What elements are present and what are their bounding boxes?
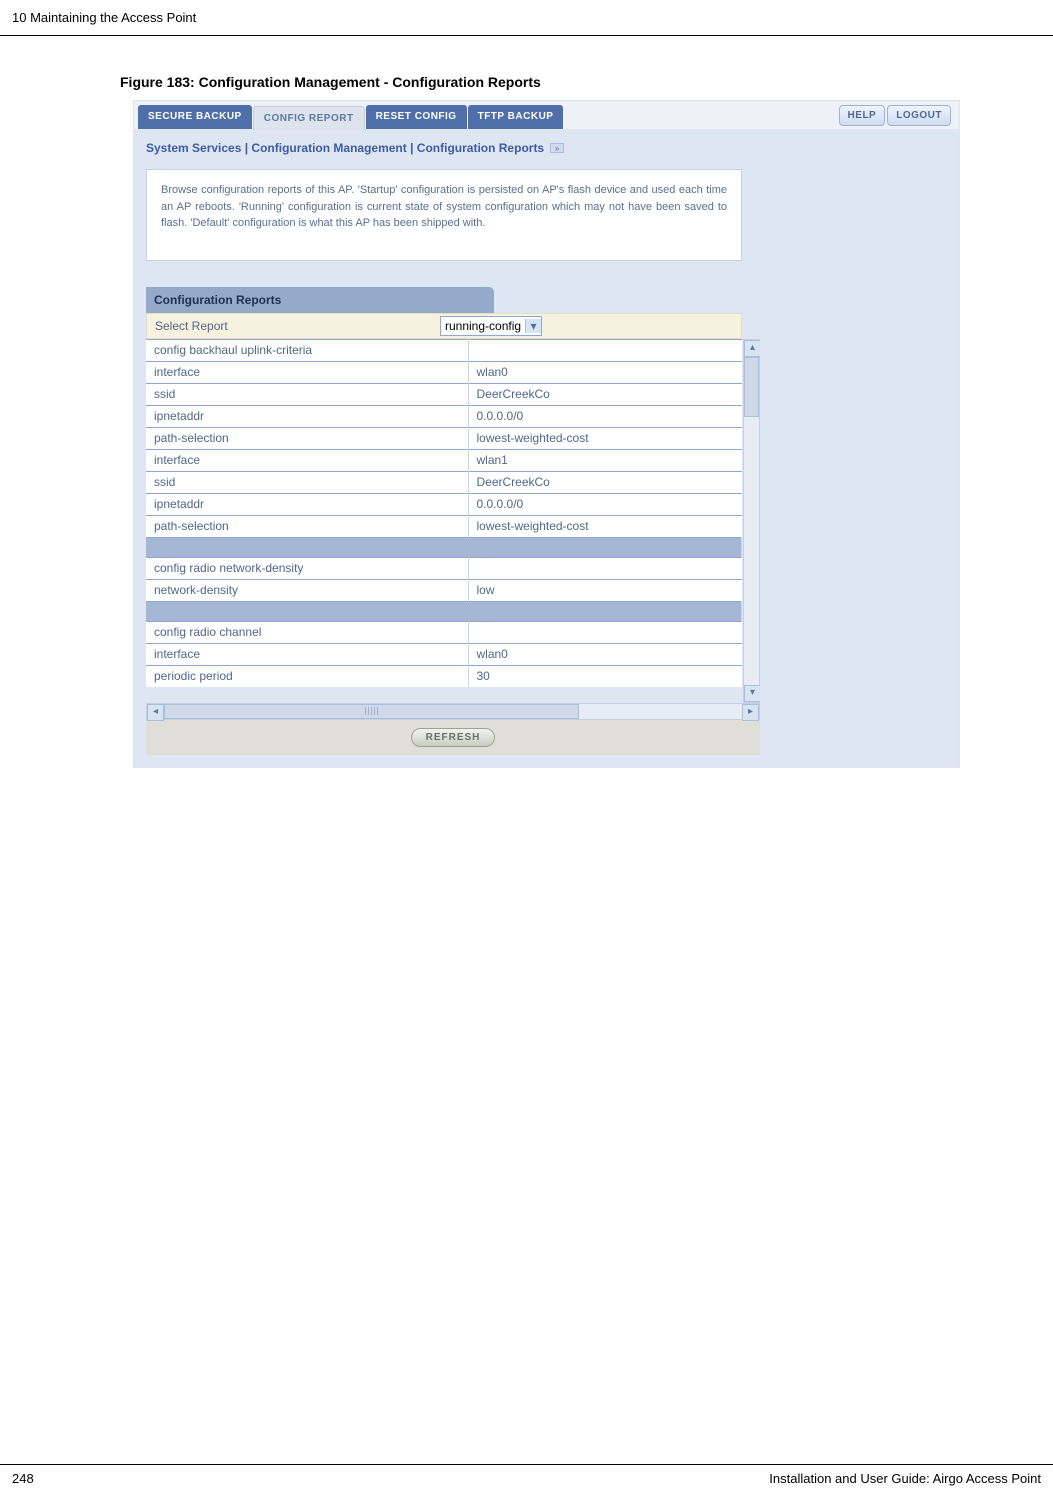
scroll-thumb[interactable]	[744, 357, 759, 417]
param-name: config backhaul uplink-criteria	[146, 339, 468, 361]
chevron-down-icon: ▾	[525, 319, 541, 333]
table-row: periodic period30	[146, 665, 742, 687]
horizontal-scrollbar[interactable]: ◂ ▸	[146, 703, 760, 720]
param-value: wlan0	[468, 643, 742, 665]
scroll-up-icon[interactable]: ▴	[744, 340, 760, 357]
select-report-row: Select Report running-config ▾	[146, 313, 742, 339]
param-name: path-selection	[146, 427, 468, 449]
table-row: ipnetaddr0.0.0.0/0	[146, 405, 742, 427]
hscroll-thumb[interactable]	[164, 704, 579, 719]
section-title: Configuration Reports	[146, 287, 494, 313]
page-footer: 248 Installation and User Guide: Airgo A…	[0, 1464, 1053, 1492]
table-row: network-densitylow	[146, 579, 742, 601]
refresh-row: REFRESH	[146, 720, 760, 755]
vertical-scrollbar[interactable]: ▴ ▾	[743, 339, 760, 703]
param-name: ssid	[146, 383, 468, 405]
tab-config-report[interactable]: CONFIG REPORT	[253, 106, 365, 130]
scroll-down-icon[interactable]: ▾	[744, 685, 760, 702]
description-panel: Browse configuration reports of this AP.…	[146, 169, 742, 261]
separator-bar	[146, 601, 742, 621]
page-header: 10 Maintaining the Access Point	[0, 0, 1053, 36]
select-report-label: Select Report	[147, 319, 440, 333]
top-actions: HELP LOGOUT	[839, 105, 951, 126]
table-row: config backhaul uplink-criteria	[146, 339, 742, 361]
param-value: 30	[468, 665, 742, 687]
table-row: ssidDeerCreekCo	[146, 383, 742, 405]
table-row: interfacewlan0	[146, 643, 742, 665]
footer-title: Installation and User Guide: Airgo Acces…	[769, 1471, 1041, 1486]
figure-caption: Figure 183: Configuration Management - C…	[120, 74, 1053, 90]
param-name: ipnetaddr	[146, 493, 468, 515]
breadcrumb-expand-icon[interactable]: »	[550, 143, 564, 153]
app-window: SECURE BACKUPCONFIG REPORTRESET CONFIGTF…	[133, 100, 960, 768]
select-report-value: running-config	[441, 317, 525, 335]
param-name: ipnetaddr	[146, 405, 468, 427]
tab-secure-backup[interactable]: SECURE BACKUP	[138, 105, 252, 129]
scroll-right-icon[interactable]: ▸	[742, 704, 759, 721]
tab-list: SECURE BACKUPCONFIG REPORTRESET CONFIGTF…	[138, 105, 563, 129]
logout-button[interactable]: LOGOUT	[887, 105, 951, 126]
select-report-dropdown[interactable]: running-config ▾	[440, 316, 542, 336]
param-name: periodic period	[146, 665, 468, 687]
param-name: interface	[146, 643, 468, 665]
param-value: DeerCreekCo	[468, 383, 742, 405]
param-name: interface	[146, 361, 468, 383]
param-value: DeerCreekCo	[468, 471, 742, 493]
table-row: ssidDeerCreekCo	[146, 471, 742, 493]
param-value: wlan1	[468, 449, 742, 471]
param-name: config radio network-density	[146, 557, 468, 579]
param-value: low	[468, 579, 742, 601]
param-value: 0.0.0.0/0	[468, 405, 742, 427]
param-value	[468, 339, 742, 361]
param-name: ssid	[146, 471, 468, 493]
scroll-left-icon[interactable]: ◂	[147, 704, 164, 721]
param-value: wlan0	[468, 361, 742, 383]
param-value: lowest-weighted-cost	[468, 515, 742, 537]
table-row: interfacewlan1	[146, 449, 742, 471]
tab-reset-config[interactable]: RESET CONFIG	[366, 105, 467, 129]
param-value	[468, 621, 742, 643]
table-row: config radio channel	[146, 621, 742, 643]
table-row: path-selectionlowest-weighted-cost	[146, 427, 742, 449]
param-name: config radio channel	[146, 621, 468, 643]
tab-tftp-backup[interactable]: TFTP BACKUP	[468, 105, 564, 129]
tab-bar: SECURE BACKUPCONFIG REPORTRESET CONFIGTF…	[134, 101, 959, 129]
description-text: Browse configuration reports of this AP.…	[147, 170, 741, 260]
table-row: path-selectionlowest-weighted-cost	[146, 515, 742, 537]
help-button[interactable]: HELP	[839, 105, 886, 126]
grip-icon	[365, 707, 379, 715]
content-pane: System Services | Configuration Manageme…	[134, 129, 959, 767]
param-value: 0.0.0.0/0	[468, 493, 742, 515]
param-name: interface	[146, 449, 468, 471]
separator-bar	[146, 537, 742, 557]
page-number: 248	[12, 1471, 34, 1486]
table-row: config radio network-density	[146, 557, 742, 579]
param-name: network-density	[146, 579, 468, 601]
chapter-title: 10 Maintaining the Access Point	[12, 10, 196, 25]
refresh-button[interactable]: REFRESH	[411, 728, 496, 747]
table-row: interfacewlan0	[146, 361, 742, 383]
param-value: lowest-weighted-cost	[468, 427, 742, 449]
breadcrumb-text: System Services | Configuration Manageme…	[146, 141, 544, 155]
param-value	[468, 557, 742, 579]
breadcrumb: System Services | Configuration Manageme…	[146, 141, 947, 155]
report-table: config backhaul uplink-criteriainterface…	[146, 339, 742, 688]
report-data-scrollarea: config backhaul uplink-criteriainterface…	[146, 339, 760, 703]
param-name: path-selection	[146, 515, 468, 537]
table-row: ipnetaddr0.0.0.0/0	[146, 493, 742, 515]
